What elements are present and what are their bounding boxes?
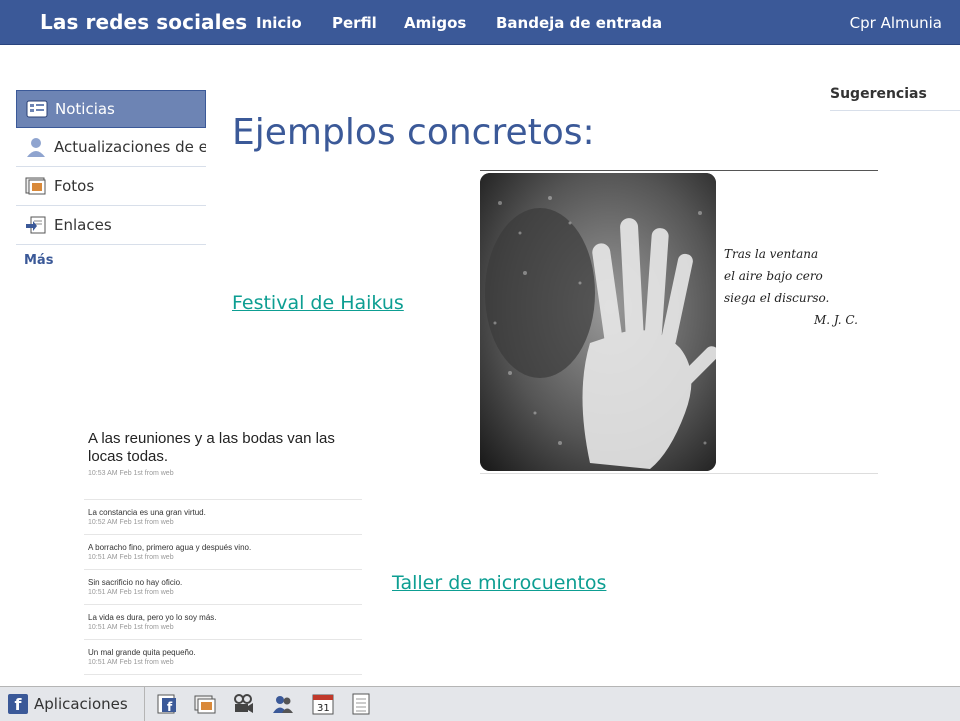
tweet-text: Un mal grande quita pequeño.	[88, 648, 196, 657]
nav-bandeja[interactable]: Bandeja de entrada	[496, 14, 662, 32]
suggestions-header: Sugerencias	[830, 86, 960, 111]
list-item: A borracho fino, primero agua y después …	[84, 535, 362, 570]
sidebar-item-noticias[interactable]: Noticias	[16, 90, 206, 128]
haiku-line: el aire bajo cero	[724, 269, 823, 283]
left-sidebar: Noticias Actualizaciones de estado Fotos…	[16, 90, 206, 268]
fb-app-icon[interactable]: f	[156, 693, 178, 715]
haiku-line: Tras la ventana	[724, 247, 819, 261]
sidebar-item-label: Fotos	[54, 177, 95, 195]
tweet-text: La constancia es una gran virtud.	[88, 508, 206, 517]
microstory-tweets: A las reuniones y a las bodas van las lo…	[84, 430, 362, 675]
top-navigation-bar: Las redes sociales Inicio Perfil Amigos …	[0, 0, 960, 45]
facebook-logo-icon: f	[8, 694, 28, 714]
tweet-text: La vida es dura, pero yo lo soy más.	[88, 613, 217, 622]
haiku-poem: Tras la ventana el aire bajo cero siega …	[724, 243, 858, 331]
page-title: Ejemplos concretos:	[232, 112, 595, 153]
applications-button[interactable]: f Aplicaciones	[0, 687, 145, 721]
suggestions-title: Sugerencias	[830, 86, 927, 102]
list-item: Sin sacrificio no hay oficio. 10:51 AM F…	[84, 570, 362, 605]
tweet-text: Sin sacrificio no hay oficio.	[88, 578, 183, 587]
photos-app-icon[interactable]	[194, 693, 216, 715]
list-item: Un mal grande quita pequeño. 10:51 AM Fe…	[84, 640, 362, 675]
nav-perfil[interactable]: Perfil	[332, 14, 377, 32]
news-feed-icon	[25, 97, 49, 121]
list-item: A las reuniones y a las bodas van las lo…	[84, 430, 362, 500]
sidebar-item-label: Actualizaciones de estado	[54, 138, 206, 156]
person-icon	[24, 135, 48, 159]
haiku-signature: M. J. C.	[814, 313, 858, 327]
tweet-meta: 10:51 AM Feb 1st from web	[88, 554, 174, 561]
video-icon[interactable]	[232, 693, 254, 715]
tweet-meta: 10:51 AM Feb 1st from web	[88, 589, 174, 596]
list-item: La vida es dura, pero yo lo soy más. 10:…	[84, 605, 362, 640]
list-item: La constancia es una gran virtud. 10:52 …	[84, 500, 362, 535]
sidebar-more-link[interactable]: Más	[16, 253, 206, 268]
bottom-application-bar: f Aplicaciones f 31	[0, 686, 960, 721]
links-icon	[24, 213, 48, 237]
tweet-text: A borracho fino, primero agua y después …	[88, 543, 252, 552]
tweet-meta: 10:53 AM Feb 1st from web	[88, 470, 174, 477]
calendar-icon[interactable]: 31	[312, 693, 334, 715]
notes-icon[interactable]	[350, 693, 372, 715]
nav-amigos[interactable]: Amigos	[404, 14, 466, 32]
sidebar-item-enlaces[interactable]: Enlaces	[16, 206, 206, 245]
tweet-text: A las reuniones y a las bodas van las lo…	[88, 430, 335, 465]
taller-microcuentos-link[interactable]: Taller de microcuentos	[392, 572, 606, 594]
svg-text:f: f	[167, 700, 173, 714]
festival-haikus-link[interactable]: Festival de Haikus	[232, 292, 404, 314]
hand-on-glass-photo	[480, 173, 716, 471]
sidebar-item-label: Noticias	[55, 100, 115, 118]
calendar-day: 31	[317, 703, 330, 714]
tweet-meta: 10:51 AM Feb 1st from web	[88, 659, 174, 666]
photos-icon	[24, 174, 48, 198]
site-brand[interactable]: Las redes sociales	[40, 10, 247, 34]
user-name-link[interactable]: Cpr Almunia	[850, 14, 942, 32]
sidebar-item-fotos[interactable]: Fotos	[16, 167, 206, 206]
friends-icon[interactable]	[272, 693, 294, 715]
sidebar-item-actualizaciones[interactable]: Actualizaciones de estado	[16, 128, 206, 167]
nav-inicio[interactable]: Inicio	[256, 14, 302, 32]
applications-label: Aplicaciones	[34, 695, 128, 713]
haiku-image: Tras la ventana el aire bajo cero siega …	[480, 170, 878, 474]
sidebar-item-label: Enlaces	[54, 216, 112, 234]
tweet-meta: 10:52 AM Feb 1st from web	[88, 519, 174, 526]
tweet-meta: 10:51 AM Feb 1st from web	[88, 624, 174, 631]
haiku-line: siega el discurso.	[724, 291, 830, 305]
